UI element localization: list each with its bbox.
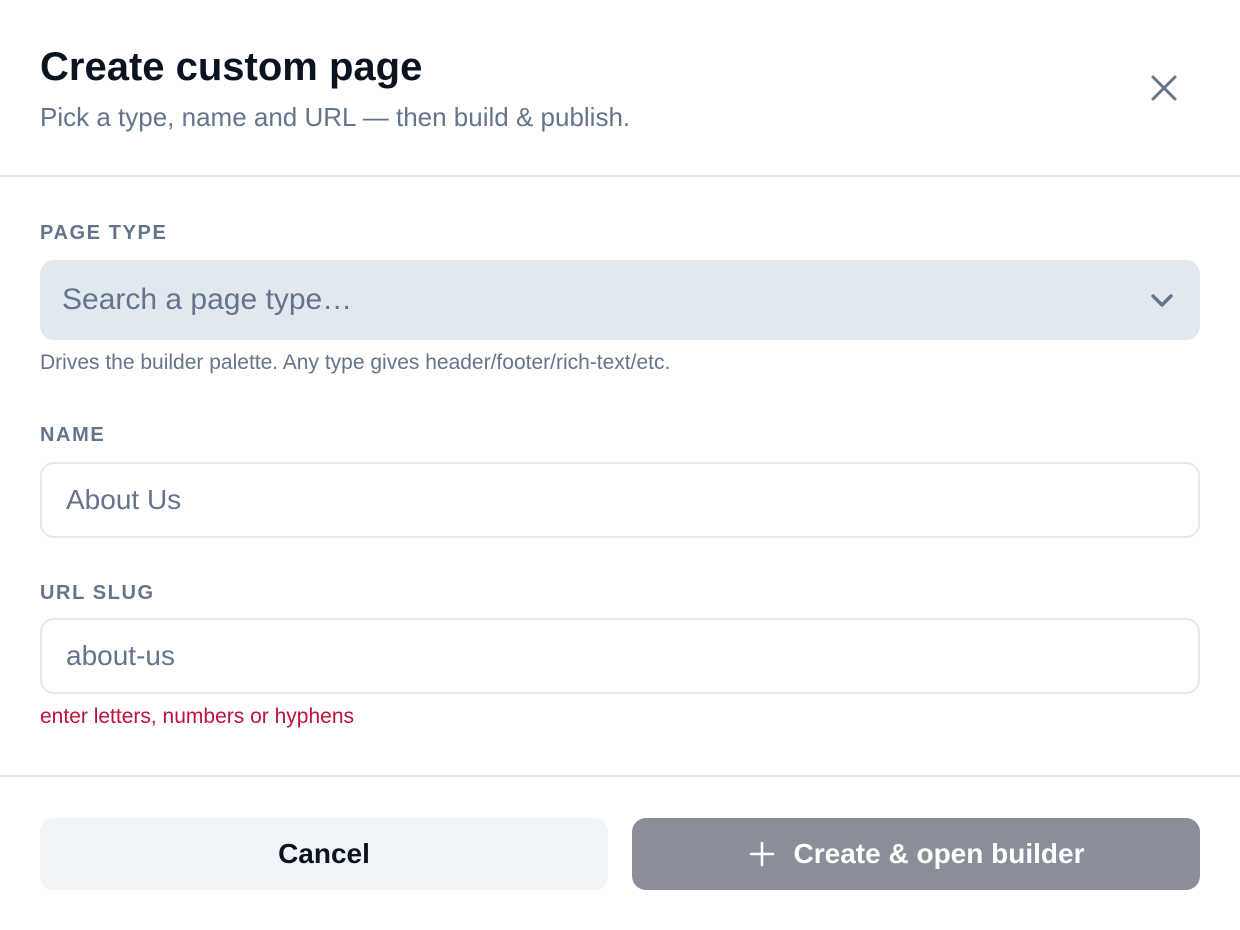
cancel-button-label: Cancel xyxy=(278,838,370,869)
close-icon xyxy=(1151,75,1177,101)
name-input[interactable] xyxy=(40,462,1200,538)
dialog-footer: Cancel Create & open builder xyxy=(0,777,1240,930)
url-slug-error: enter letters, numbers or hyphens xyxy=(40,705,354,728)
close-button[interactable] xyxy=(1140,64,1188,112)
dialog-title: Create custom page xyxy=(40,45,423,89)
url-slug-input[interactable] xyxy=(40,618,1200,694)
dialog-body: PAGE TYPE Search a page type… Drives the… xyxy=(0,177,1240,777)
page-type-label: PAGE TYPE xyxy=(40,222,168,244)
page-type-hint: Drives the builder palette. Any type giv… xyxy=(40,351,671,374)
cancel-button[interactable]: Cancel xyxy=(40,818,608,890)
create-button-label: Create & open builder xyxy=(793,838,1085,869)
url-slug-label: URL SLUG xyxy=(40,582,155,604)
create-page-dialog: Create custom page Pick a type, name and… xyxy=(0,0,1240,930)
page-type-placeholder: Search a page type… xyxy=(62,283,353,316)
chevron-down-icon xyxy=(1148,286,1176,314)
plus-icon xyxy=(748,840,776,868)
name-label: NAME xyxy=(40,424,106,446)
create-open-builder-button[interactable]: Create & open builder xyxy=(632,818,1200,890)
page-type-select[interactable]: Search a page type… xyxy=(40,260,1200,340)
dialog-header: Create custom page Pick a type, name and… xyxy=(0,0,1240,177)
dialog-subtitle: Pick a type, name and URL — then build &… xyxy=(40,102,631,132)
